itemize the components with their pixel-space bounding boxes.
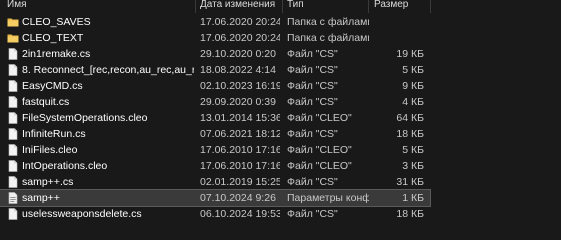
file-modified-date: 29.10.2020 0:20 bbox=[200, 48, 276, 60]
file-row[interactable]: CLEO_SAVES 17.06.2020 20:24 Папка с файлам… bbox=[0, 14, 430, 30]
file-size: 5 КБ bbox=[402, 64, 424, 76]
column-date-header[interactable]: Дата изменения bbox=[200, 0, 275, 13]
file-size bbox=[372, 14, 424, 30]
file-name: 8. Reconnect_[rec,recon,au_rec,au_recon,… bbox=[22, 64, 194, 76]
file-icon bbox=[7, 96, 19, 108]
settings-file-icon bbox=[7, 192, 19, 204]
file-size: 1 КБ bbox=[402, 192, 424, 204]
file-icon bbox=[7, 208, 19, 220]
column-divider[interactable] bbox=[282, 0, 283, 13]
file-modified-date: 06.10.2024 19:53 bbox=[200, 208, 280, 220]
file-size bbox=[372, 30, 424, 46]
file-size: 18 КБ bbox=[396, 208, 424, 220]
file-name: EasyCMD.cs bbox=[22, 80, 83, 92]
column-divider[interactable] bbox=[195, 0, 196, 13]
file-name: uselessweaponsdelete.cs bbox=[22, 208, 142, 220]
file-row[interactable]: samp++.cs 02.01.2019 15:25 Файл "CS" 31 КБ bbox=[0, 174, 430, 190]
file-row[interactable]: EasyCMD.cs 02.10.2023 16:19 Файл "CS" 9 КБ bbox=[0, 78, 430, 94]
file-name: samp++.cs bbox=[22, 176, 74, 188]
file-modified-date: 13.01.2014 15:36 bbox=[200, 112, 280, 124]
file-type: Файл "CS" bbox=[287, 208, 338, 220]
file-size: 3 КБ bbox=[402, 160, 424, 172]
file-name: IntOperations.cleo bbox=[22, 160, 108, 172]
file-icon bbox=[7, 80, 19, 92]
column-divider[interactable] bbox=[368, 0, 369, 13]
file-size: 4 КБ bbox=[402, 96, 424, 108]
file-icon bbox=[7, 64, 19, 76]
column-name-header[interactable]: Имя bbox=[7, 0, 26, 13]
file-modified-date: 07.10.2024 9:26 bbox=[200, 192, 276, 204]
file-icon bbox=[7, 128, 19, 140]
file-modified-date: 17.06.2020 20:24 bbox=[200, 32, 280, 44]
column-type-header[interactable]: Тип bbox=[287, 0, 304, 13]
file-modified-date: 02.01.2019 15:25 bbox=[200, 176, 280, 188]
file-modified-date: 02.10.2023 16:19 bbox=[200, 80, 280, 92]
file-type: Параметры конф... bbox=[287, 192, 369, 204]
column-size-header[interactable]: Размер bbox=[374, 0, 408, 13]
file-size: 5 КБ bbox=[402, 144, 424, 156]
file-row[interactable]: 2in1remake.cs 29.10.2020 0:20 Файл "CS" 19 … bbox=[0, 46, 430, 62]
file-row[interactable]: fastquit.cs 29.09.2020 0:39 Файл "CS" 4 КБ bbox=[0, 94, 430, 110]
file-row[interactable]: InfiniteRun.cs 07.06.2021 18:12 Файл "CS" 1… bbox=[0, 126, 430, 142]
file-size: 18 КБ bbox=[396, 128, 424, 140]
file-name: IniFiles.cleo bbox=[22, 144, 78, 156]
column-divider[interactable] bbox=[430, 0, 431, 13]
folder-icon bbox=[7, 16, 19, 28]
file-name: CLEO_TEXT bbox=[22, 32, 84, 44]
file-type: Файл "CS" bbox=[287, 64, 338, 76]
file-row[interactable]: CLEO_TEXT 17.06.2020 20:24 Папка с файлами bbox=[0, 30, 430, 46]
file-row[interactable]: 8. Reconnect_[rec,recon,au_rec,au_recon,… bbox=[0, 62, 430, 78]
file-name: 2in1remake.cs bbox=[22, 48, 91, 60]
file-modified-date: 18.08.2022 4:14 bbox=[200, 64, 276, 76]
file-modified-date: 17.06.2020 20:24 bbox=[200, 16, 280, 28]
file-size: 31 КБ bbox=[396, 176, 424, 188]
file-type: Файл "CS" bbox=[287, 96, 338, 108]
file-name: FileSystemOperations.cleo bbox=[22, 112, 148, 124]
file-type: Файл "CLEO" bbox=[287, 160, 352, 172]
file-type: Файл "CS" bbox=[287, 80, 338, 92]
column-header: Имя Дата изменения Тип Размер bbox=[0, 0, 561, 13]
file-row[interactable]: FileSystemOperations.cleo 13.01.2014 15:3… bbox=[0, 110, 430, 126]
file-modified-date: 29.09.2020 0:39 bbox=[200, 96, 276, 108]
file-size: 9 КБ bbox=[402, 80, 424, 92]
file-row[interactable]: uselessweaponsdelete.cs 06.10.2024 19:53 Ф… bbox=[0, 206, 430, 222]
file-row[interactable]: IniFiles.cleo 17.06.2010 17:16 Файл "CLEO"… bbox=[0, 142, 430, 158]
file-row[interactable]: IntOperations.cleo 17.06.2010 17:16 Файл "… bbox=[0, 158, 430, 174]
file-modified-date: 17.06.2010 17:16 bbox=[200, 144, 280, 156]
file-size: 64 КБ bbox=[396, 112, 424, 124]
file-type: Файл "CLEO" bbox=[287, 144, 352, 156]
file-type: Файл "CLEO" bbox=[287, 112, 352, 124]
file-size: 19 КБ bbox=[396, 48, 424, 60]
file-type: Папка с файлами bbox=[287, 32, 369, 44]
file-icon bbox=[7, 48, 19, 60]
file-row[interactable]: samp++ 07.10.2024 9:26 Параметры конф... 1 … bbox=[0, 189, 431, 207]
file-modified-date: 07.06.2021 18:12 bbox=[200, 128, 280, 140]
file-icon bbox=[7, 144, 19, 156]
file-name: fastquit.cs bbox=[22, 96, 70, 108]
file-icon bbox=[7, 160, 19, 172]
folder-icon bbox=[7, 32, 19, 44]
file-name: CLEO_SAVES bbox=[22, 16, 91, 28]
file-type: Файл "CS" bbox=[287, 176, 338, 188]
file-modified-date: 17.06.2010 17:16 bbox=[200, 160, 280, 172]
file-name: InfiniteRun.cs bbox=[22, 128, 86, 140]
file-type: Файл "CS" bbox=[287, 48, 338, 60]
file-icon bbox=[7, 112, 19, 124]
file-type: Папка с файлами bbox=[287, 16, 369, 28]
file-name: samp++ bbox=[22, 192, 60, 204]
file-type: Файл "CS" bbox=[287, 128, 338, 140]
file-icon bbox=[7, 176, 19, 188]
